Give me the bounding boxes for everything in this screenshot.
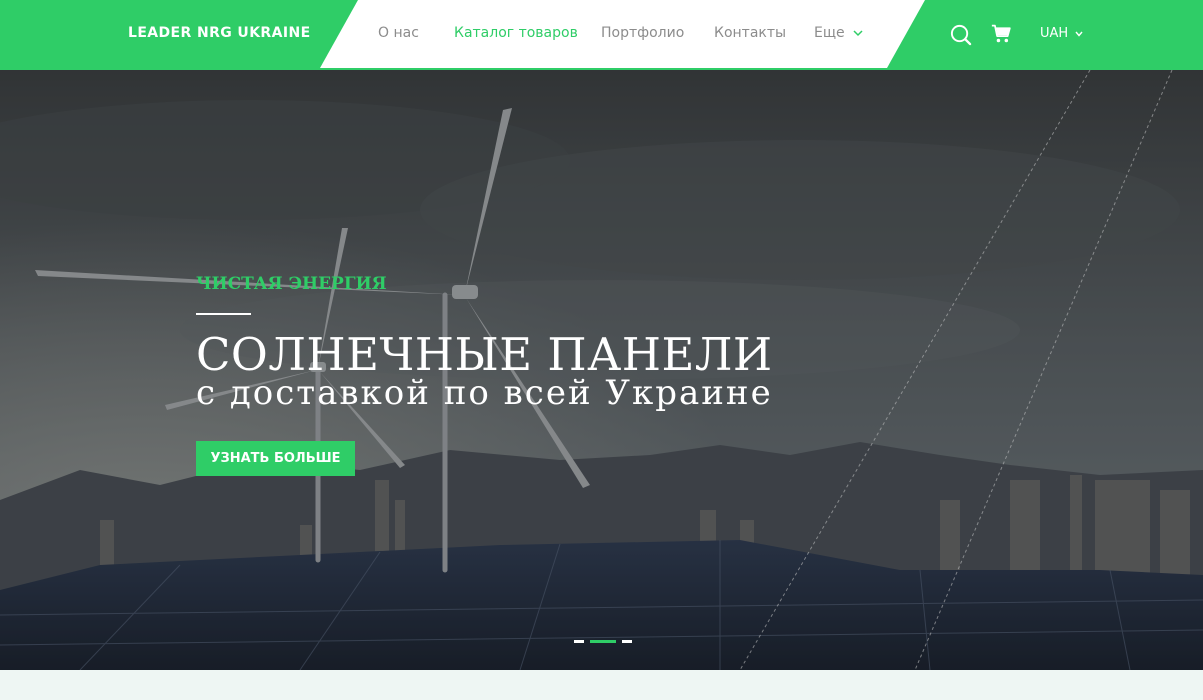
nav-item-more[interactable]: Еще [814,25,845,41]
nav-item-about[interactable]: О нас [378,25,419,41]
hero-content: ЧИСТАЯ ЭНЕРГИЯ СОЛНЕЧНЫЕ ПАНЕЛИ с достав… [196,70,896,670]
chevron-down-icon [1075,31,1083,37]
slider-dot-3[interactable] [622,640,632,643]
next-section-edge [0,670,1203,700]
site-logo[interactable]: LEADER NRG UKRAINE [128,25,311,41]
hero-eyebrow: ЧИСТАЯ ЭНЕРГИЯ [196,274,387,294]
site-header: LEADER NRG UKRAINE О нас Каталог товаров… [0,0,1203,70]
nav-item-portfolio[interactable]: Портфолио [601,25,684,41]
nav-item-contacts[interactable]: Контакты [714,25,786,41]
cart-icon[interactable] [991,23,1012,44]
hero-slider: ЧИСТАЯ ЭНЕРГИЯ СОЛНЕЧНЫЕ ПАНЕЛИ с достав… [0,70,1203,670]
nav-item-catalog[interactable]: Каталог товаров [454,25,578,41]
hero-subtitle: с доставкой по всей Украине [196,373,773,413]
chevron-down-icon[interactable] [852,26,864,40]
currency-label: UAH [1040,26,1069,41]
slider-dot-2[interactable] [590,640,616,643]
slider-dot-1[interactable] [574,640,584,643]
search-icon[interactable] [949,23,972,46]
learn-more-button[interactable]: УЗНАТЬ БОЛЬШЕ [196,441,355,476]
slider-pagination [574,640,632,643]
hero-divider [196,313,251,315]
currency-selector[interactable]: UAH [1040,26,1084,41]
